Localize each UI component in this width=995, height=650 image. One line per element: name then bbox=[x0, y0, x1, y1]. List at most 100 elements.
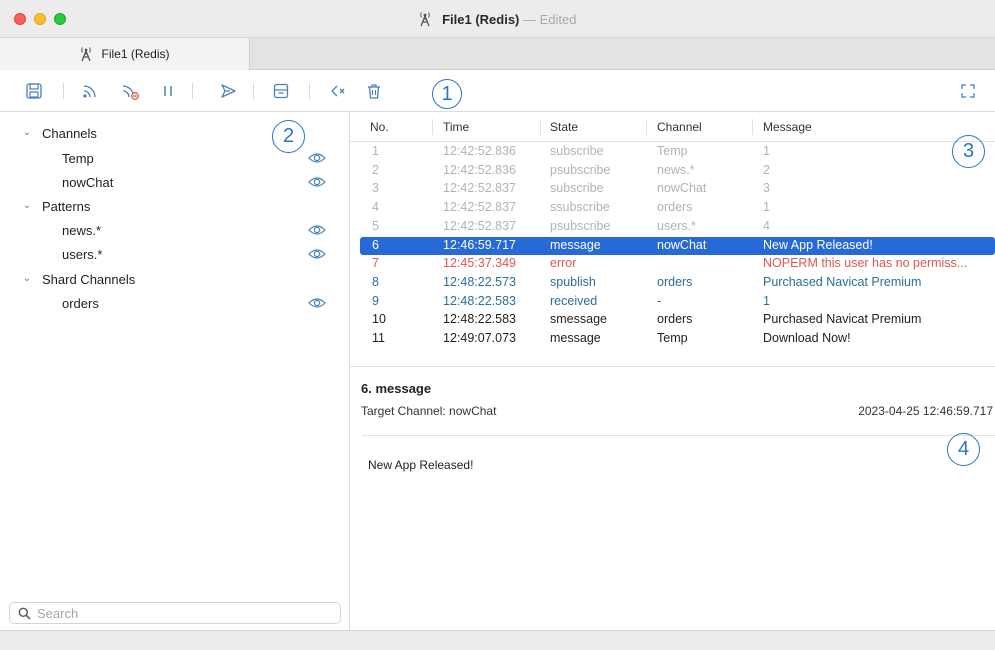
column-header-message[interactable]: Message bbox=[763, 120, 812, 134]
subscribe-button[interactable] bbox=[80, 81, 100, 101]
cell-state: subscribe bbox=[550, 181, 604, 196]
tree-group-label: Channels bbox=[42, 125, 97, 141]
chevron-down-icon[interactable]: ⌄ bbox=[22, 273, 32, 284]
cell-state: psubscribe bbox=[550, 162, 611, 177]
trash-icon bbox=[368, 84, 380, 99]
cell-no: 3 bbox=[372, 181, 379, 196]
cell-channel: nowChat bbox=[657, 181, 707, 196]
cell-channel: users.* bbox=[657, 218, 696, 233]
column-header-time[interactable]: Time bbox=[443, 120, 469, 134]
pause-button[interactable] bbox=[158, 81, 178, 101]
fullscreen-button[interactable] bbox=[958, 81, 978, 101]
callout-1: 1 bbox=[432, 79, 462, 109]
column-header-channel[interactable]: Channel bbox=[657, 120, 702, 134]
cell-time: 12:42:52.836 bbox=[443, 162, 516, 177]
cell-state: error bbox=[550, 256, 577, 271]
toolbar-separator bbox=[192, 83, 193, 99]
column-header-no[interactable]: No. bbox=[370, 120, 389, 134]
tree-item-label: orders bbox=[62, 295, 99, 311]
cell-no: 5 bbox=[372, 218, 379, 233]
tab-file1[interactable]: File1 (Redis) bbox=[0, 38, 250, 70]
tree-group-patterns[interactable]: ⌄ Patterns bbox=[0, 194, 349, 218]
tree-item-news[interactable]: news.* bbox=[0, 218, 349, 242]
column-header-state[interactable]: State bbox=[550, 120, 578, 134]
toolbar-separator bbox=[309, 83, 310, 99]
title-bar: File1 (Redis) — Edited bbox=[0, 0, 995, 38]
eye-icon[interactable] bbox=[308, 296, 326, 310]
publish-button[interactable] bbox=[218, 81, 238, 101]
eye-icon[interactable] bbox=[308, 151, 326, 165]
detail-timestamp: 2023-04-25 12:46:59.717 bbox=[858, 404, 993, 418]
save-button[interactable] bbox=[24, 81, 44, 101]
redis-tower-icon bbox=[418, 11, 432, 30]
eye-icon[interactable] bbox=[308, 223, 326, 237]
cell-no: 9 bbox=[372, 293, 379, 308]
cell-message: 1 bbox=[763, 293, 770, 308]
eye-icon[interactable] bbox=[308, 247, 326, 261]
tree-group-shard-channels[interactable]: ⌄ Shard Channels bbox=[0, 267, 349, 291]
mute-button[interactable] bbox=[328, 81, 348, 101]
table-row[interactable]: 10 12:48:22.583 smessage orders Purchased Na… bbox=[360, 311, 995, 330]
search-icon bbox=[18, 607, 31, 620]
table-row[interactable]: 6 12:46:59.717 message nowChat New App Relea… bbox=[360, 236, 995, 256]
tree-item-label: Temp bbox=[62, 150, 94, 166]
message-detail-pane: 6. message Target Channel: nowChat 2023-… bbox=[350, 366, 995, 630]
callout-3: 3 bbox=[952, 135, 985, 168]
cell-no: 11 bbox=[372, 331, 385, 345]
cell-message: 1 bbox=[763, 200, 770, 215]
tree-item-users[interactable]: users.* bbox=[0, 242, 349, 266]
tree-item-orders[interactable]: orders bbox=[0, 291, 349, 315]
channels-sidebar: ⌄ Channels Temp nowChat ⌄ Patterns news.… bbox=[0, 112, 350, 630]
table-row[interactable]: 4 12:42:52.837 ssubscribe orders 1 bbox=[360, 199, 995, 218]
tree-group-label: Shard Channels bbox=[42, 271, 136, 287]
cell-channel: orders bbox=[657, 274, 693, 289]
search-field[interactable] bbox=[9, 602, 341, 624]
cell-channel: orders bbox=[657, 200, 693, 215]
table-row[interactable]: 5 12:42:52.837 psubscribe users.* 4 bbox=[360, 218, 995, 237]
cell-state: spublish bbox=[550, 274, 596, 289]
toolbar bbox=[0, 70, 995, 112]
cell-time: 12:48:22.583 bbox=[443, 312, 516, 327]
cell-message: Purchased Navicat Premium bbox=[763, 274, 922, 289]
eye-icon[interactable] bbox=[308, 175, 326, 189]
save-icon bbox=[26, 83, 42, 99]
message-table: No. Time State Channel Message 1 12:42:52… bbox=[350, 112, 995, 366]
mute-icon bbox=[331, 85, 345, 97]
cell-state: received bbox=[550, 293, 598, 308]
cell-channel: nowChat bbox=[657, 237, 707, 252]
tree-item-label: nowChat bbox=[62, 174, 114, 190]
chevron-down-icon[interactable]: ⌄ bbox=[22, 127, 32, 138]
archive-button[interactable] bbox=[271, 81, 291, 101]
table-row[interactable]: 3 12:42:52.837 subscribe nowChat 3 bbox=[360, 180, 995, 199]
callout-2: 2 bbox=[272, 120, 305, 153]
table-row[interactable]: 8 12:48:22.573 spublish orders Purchased Nav… bbox=[360, 274, 995, 293]
delete-button[interactable] bbox=[364, 81, 384, 101]
tab-strip: File1 (Redis) bbox=[0, 38, 995, 70]
cell-state: smessage bbox=[550, 312, 607, 327]
cell-state: message bbox=[550, 237, 601, 252]
chevron-down-icon[interactable]: ⌄ bbox=[22, 200, 32, 211]
unsubscribe-button[interactable] bbox=[121, 81, 141, 101]
table-row[interactable]: 11 12:49:07.073 message Temp Download Now! bbox=[360, 330, 995, 349]
window-status: Edited bbox=[539, 11, 577, 27]
cell-no: 10 bbox=[372, 312, 386, 327]
table-row[interactable]: 7 12:45:37.349 error NOPERM this user has n… bbox=[360, 255, 995, 274]
cell-time: 12:42:52.837 bbox=[443, 218, 516, 233]
fullscreen-icon bbox=[961, 84, 975, 98]
table-row[interactable]: 9 12:48:22.583 received - 1 bbox=[360, 293, 995, 312]
redis-tower-icon bbox=[79, 46, 93, 62]
table-row[interactable]: 2 12:42:52.836 psubscribe news.* 2 bbox=[360, 162, 995, 181]
tab-label: File1 (Redis) bbox=[101, 47, 170, 61]
tree-item-nowchat[interactable]: nowChat bbox=[0, 170, 349, 194]
table-row[interactable]: 1 12:42:52.836 subscribe Temp 1 bbox=[360, 143, 995, 162]
search-input[interactable] bbox=[37, 605, 327, 621]
table-header: No. Time State Channel Message bbox=[350, 112, 995, 142]
archive-icon bbox=[273, 83, 289, 99]
cell-no: 8 bbox=[372, 274, 379, 289]
cell-message: NOPERM this user has no permiss... bbox=[763, 256, 968, 271]
unsubscribe-icon bbox=[122, 85, 139, 100]
cell-channel: Temp bbox=[657, 144, 688, 158]
detail-message-body: New App Released! bbox=[368, 458, 474, 472]
window-title: File1 (Redis) — Edited bbox=[0, 11, 995, 30]
cell-channel: - bbox=[657, 293, 662, 308]
